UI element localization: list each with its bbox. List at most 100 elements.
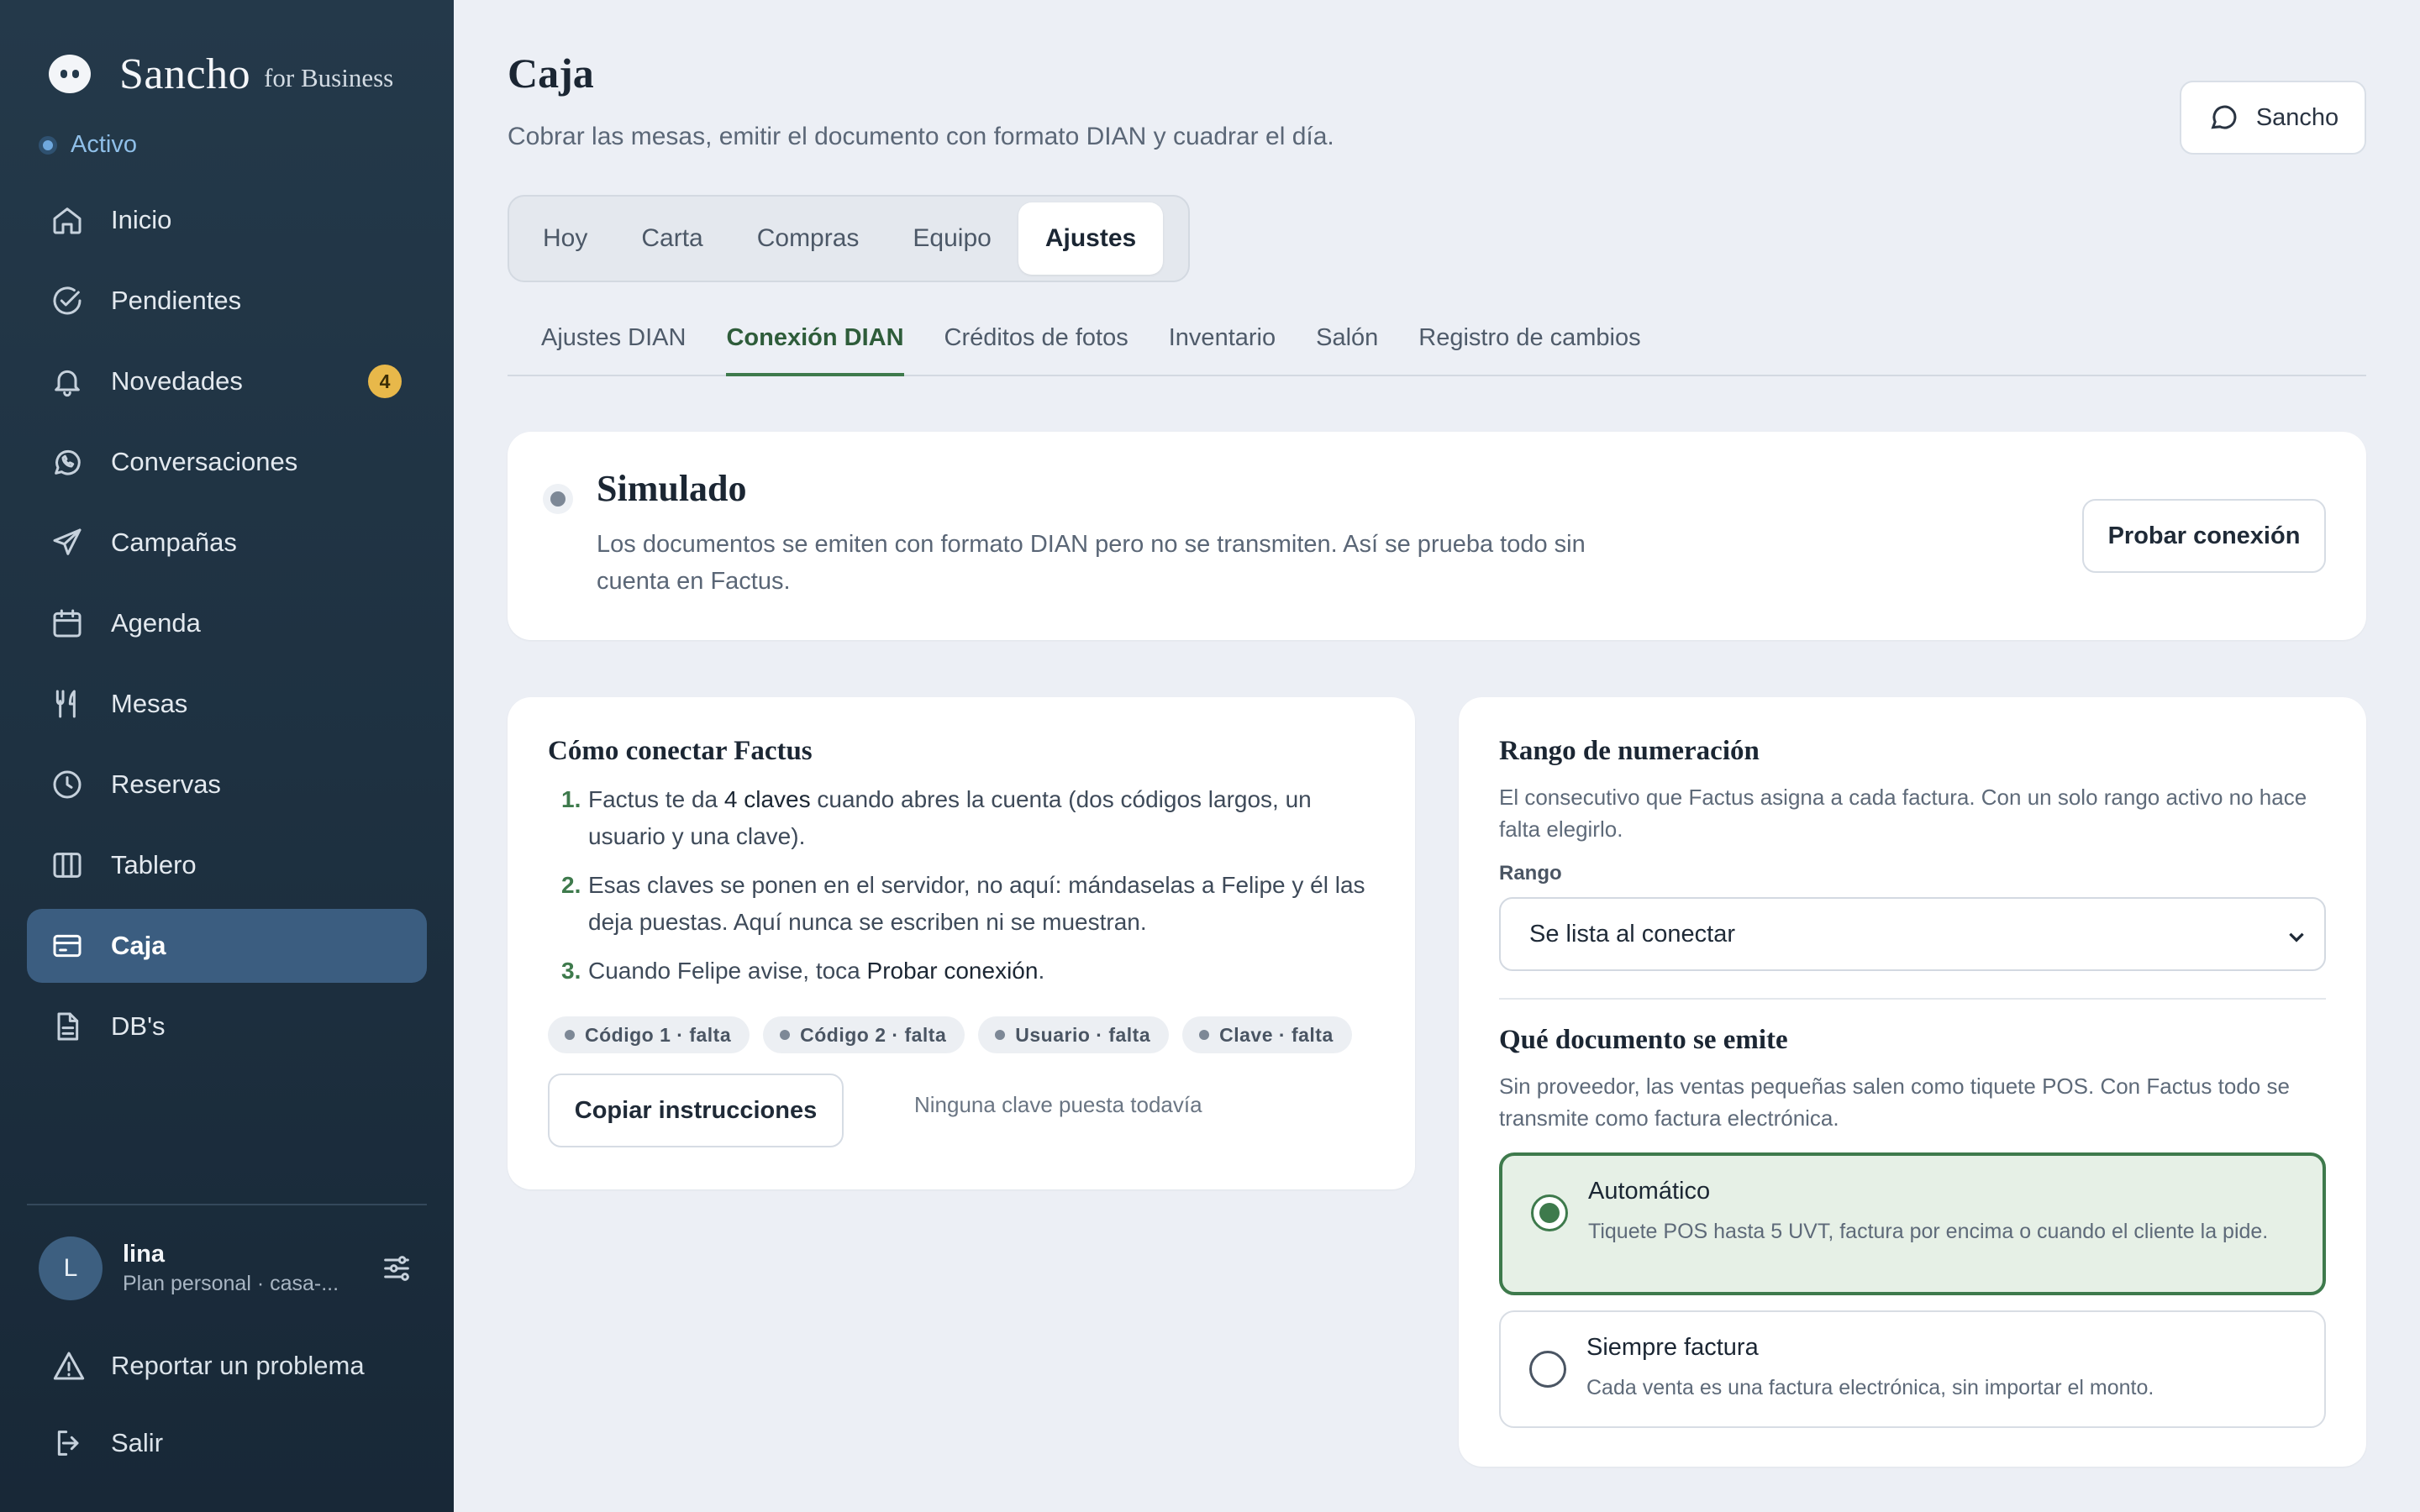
status-indicator: Activo bbox=[39, 131, 137, 159]
subtab-conexion-dian[interactable]: Conexión DIAN bbox=[726, 312, 904, 376]
sidebar-item-campanas[interactable]: Campañas bbox=[27, 506, 427, 580]
credentials-hint: Ninguna clave puesta todavía bbox=[914, 1092, 1202, 1117]
page-title: Caja bbox=[508, 50, 594, 97]
step-text: Factus te da 4 claves cuando abres la cu… bbox=[588, 781, 1371, 855]
option-automatico[interactable]: Automático Tiquete POS hasta 5 UVT, fact… bbox=[1499, 1152, 2326, 1295]
subtab-salon[interactable]: Salón bbox=[1316, 312, 1378, 376]
user-plan: Plan personal · casa-... bbox=[123, 1272, 339, 1295]
sidebar-item-novedades[interactable]: Novedades 4 bbox=[27, 344, 427, 418]
range-field-label: Rango bbox=[1499, 862, 1562, 885]
how-to-connect-title: Cómo conectar Factus bbox=[548, 736, 813, 766]
document-type-title: Qué documento se emite bbox=[1499, 1025, 1788, 1055]
report-problem-link[interactable]: Reportar un problema bbox=[52, 1349, 365, 1383]
sidebar-item-tablero[interactable]: Tablero bbox=[27, 828, 427, 902]
steps-list: 1. Factus te da 4 claves cuando abres la… bbox=[548, 781, 1371, 1001]
tab-equipo[interactable]: Equipo bbox=[886, 202, 1018, 275]
status-badge: Clave · falta bbox=[1182, 1016, 1352, 1053]
step-text: Cuando Felipe avise, toca Probar conexió… bbox=[588, 953, 1044, 990]
whatsapp-icon bbox=[50, 445, 84, 479]
send-icon bbox=[50, 526, 84, 559]
bell-icon bbox=[50, 365, 84, 398]
sidebar-item-label: DB's bbox=[111, 1011, 166, 1041]
how-to-connect-card: Cómo conectar Factus 1. Factus te da 4 c… bbox=[508, 697, 1415, 1189]
sidebar-item-dbs[interactable]: DB's bbox=[27, 990, 427, 1063]
credit-card-icon bbox=[50, 929, 84, 963]
columns-icon bbox=[50, 848, 84, 882]
subtab-creditos-fotos[interactable]: Créditos de fotos bbox=[944, 312, 1128, 376]
tab-hoy[interactable]: Hoy bbox=[516, 202, 614, 275]
notification-badge: 4 bbox=[368, 365, 402, 398]
chevron-down-icon bbox=[2289, 932, 2304, 942]
step-text-start: Cuando Felipe avise, toca bbox=[588, 958, 867, 984]
user-profile[interactable]: L lina Plan personal · casa-... bbox=[39, 1236, 417, 1300]
check-circle-icon bbox=[50, 284, 84, 318]
logout-icon bbox=[57, 1431, 79, 1456]
option-title: Siempre factura bbox=[1586, 1334, 1759, 1361]
copy-instructions-button[interactable]: Copiar instrucciones bbox=[548, 1074, 844, 1147]
option-siempre-factura[interactable]: Siempre factura Cada venta es una factur… bbox=[1499, 1310, 2326, 1428]
logout-label: Salir bbox=[111, 1428, 164, 1457]
sub-tabs: Ajustes DIAN Conexión DIAN Créditos de f… bbox=[508, 312, 2366, 376]
section-divider bbox=[1499, 998, 2326, 1000]
radio-selected-icon[interactable] bbox=[1531, 1194, 1568, 1231]
numbering-range-title: Rango de numeración bbox=[1499, 736, 1760, 766]
main-content: Caja Cobrar las mesas, emitir el documen… bbox=[454, 0, 2420, 1512]
subtab-inventario[interactable]: Inventario bbox=[1169, 312, 1276, 376]
tab-ajustes[interactable]: Ajustes bbox=[1018, 202, 1164, 275]
file-icon bbox=[50, 1010, 84, 1043]
calendar-icon bbox=[50, 606, 84, 640]
subtab-ajustes-dian[interactable]: Ajustes DIAN bbox=[541, 312, 686, 376]
option-title: Automático bbox=[1588, 1178, 1711, 1205]
tab-carta[interactable]: Carta bbox=[614, 202, 729, 275]
page-subtitle: Cobrar las mesas, emitir el documento co… bbox=[508, 123, 1334, 150]
avatar: L bbox=[39, 1236, 103, 1300]
sidebar-item-label: Inicio bbox=[111, 205, 172, 234]
range-select[interactable]: Se lista al conectar bbox=[1499, 897, 2326, 971]
numbering-range-desc: El consecutivo que Factus asigna a cada … bbox=[1499, 785, 2307, 842]
brand[interactable]: Sancho for Business bbox=[49, 47, 393, 101]
user-name: lina bbox=[123, 1241, 165, 1268]
tab-compras[interactable]: Compras bbox=[730, 202, 886, 275]
sidebar-item-label: Campañas bbox=[111, 528, 237, 557]
sidebar-item-label: Agenda bbox=[111, 608, 201, 638]
step-text-end: . bbox=[1038, 958, 1045, 984]
connection-status-text: Los documentos se emiten con formato DIA… bbox=[597, 531, 1586, 595]
document-type-desc: Sin proveedor, las ventas pequeñas salen… bbox=[1499, 1074, 2290, 1131]
sidebar-item-mesas[interactable]: Mesas bbox=[27, 667, 427, 741]
step-text-emphasis: Probar conexión bbox=[866, 958, 1039, 984]
sidebar-item-label: Caja bbox=[111, 931, 166, 960]
sidebar-item-agenda[interactable]: Agenda bbox=[27, 586, 427, 660]
sidebar: Sancho for Business Activo Inicio Pendie… bbox=[0, 0, 454, 1512]
list-item: 2. Esas claves se ponen en el servidor, … bbox=[548, 867, 1371, 941]
assistant-button[interactable]: Sancho bbox=[2180, 81, 2366, 155]
sidebar-item-caja[interactable]: Caja bbox=[27, 909, 427, 983]
sidebar-item-label: Pendientes bbox=[111, 286, 242, 315]
sidebar-nav: Inicio Pendientes Novedades 4 Conversaci… bbox=[27, 183, 427, 1070]
sidebar-item-conversaciones[interactable]: Conversaciones bbox=[27, 425, 427, 499]
chat-bubble-icon bbox=[2211, 105, 2237, 129]
home-icon bbox=[50, 203, 84, 237]
status-badge: Código 1 · falta bbox=[548, 1016, 750, 1053]
status-badge: Código 2 · falta bbox=[763, 1016, 965, 1053]
credential-chips: Código 1 · falta Código 2 · falta Usuari… bbox=[548, 1016, 1365, 1053]
subtab-registro-cambios[interactable]: Registro de cambios bbox=[1418, 312, 1640, 376]
sidebar-item-inicio[interactable]: Inicio bbox=[27, 183, 427, 257]
warning-icon bbox=[53, 1352, 85, 1380]
sidebar-item-pendientes[interactable]: Pendientes bbox=[27, 264, 427, 338]
assistant-button-label: Sancho bbox=[2255, 103, 2339, 131]
step-number: 3. bbox=[561, 958, 581, 984]
connection-status-dot-icon bbox=[543, 484, 573, 514]
option-desc: Tiquete POS hasta 5 UVT, factura por enc… bbox=[1588, 1220, 2269, 1243]
status-badge: Usuario · falta bbox=[978, 1016, 1170, 1053]
test-connection-button[interactable]: Probar conexión bbox=[2082, 499, 2326, 573]
radio-unselected-icon[interactable] bbox=[1529, 1351, 1566, 1388]
option-desc: Cada venta es una factura electrónica, s… bbox=[1586, 1376, 2154, 1399]
utensils-icon bbox=[50, 687, 84, 721]
step-text-emphasis: 4 claves bbox=[723, 786, 811, 812]
logout-link[interactable]: Salir bbox=[52, 1426, 163, 1460]
sliders-icon[interactable] bbox=[380, 1252, 413, 1285]
sidebar-item-label: Mesas bbox=[111, 689, 188, 718]
sidebar-item-reservas[interactable]: Reservas bbox=[27, 748, 427, 822]
step-text: Esas claves se ponen en el servidor, no … bbox=[588, 872, 1365, 935]
list-item: 3. Cuando Felipe avise, toca Probar cone… bbox=[548, 953, 1371, 990]
